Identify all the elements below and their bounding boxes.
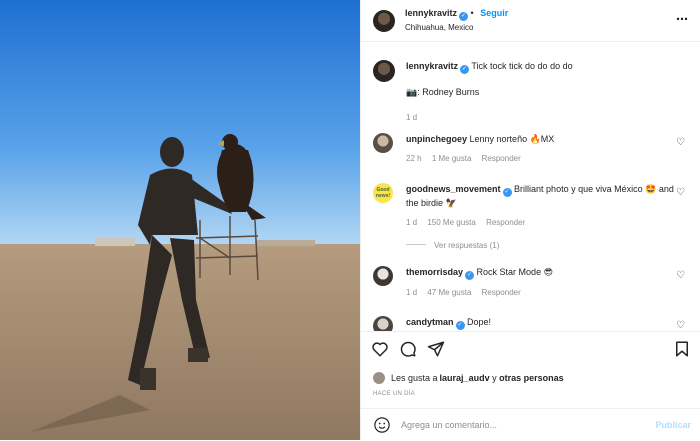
comment-time[interactable]: 1 d	[406, 218, 417, 227]
comment-likes[interactable]: 47 Me gusta	[427, 288, 471, 297]
emoji-icon[interactable]	[373, 416, 391, 434]
comment-like-heart-icon[interactable]: ♡	[676, 320, 685, 331]
more-options-icon[interactable]: ⋯	[676, 12, 689, 26]
verified-badge-icon: ✓	[460, 65, 470, 74]
post-timestamp[interactable]: HACE UN DÍA	[373, 391, 415, 397]
caption-text: Tick tock tick do do do do	[471, 61, 573, 71]
view-replies-button[interactable]: Ver respuestas (1)	[406, 241, 499, 250]
publish-button[interactable]: Publicar	[655, 420, 691, 430]
view-replies-label: Ver respuestas (1)	[434, 241, 500, 250]
commenter-avatar[interactable]	[373, 266, 393, 286]
comment-likes[interactable]: 150 Me gusta	[427, 218, 475, 227]
post-location[interactable]: Chihuahua, Mexico	[405, 21, 508, 34]
add-comment-bar: Publicar	[361, 408, 700, 441]
comment-username[interactable]: candytman	[406, 317, 454, 327]
likes-others-link[interactable]: otras personas	[499, 373, 564, 383]
commenter-avatar[interactable]: Good news!	[373, 183, 393, 203]
comment-icon[interactable]	[399, 340, 417, 358]
comment-text: Dope!	[467, 317, 492, 327]
caption-author-avatar[interactable]	[373, 60, 395, 82]
post-photo[interactable]	[0, 0, 360, 440]
post-details-panel: lennykravitz ✓ • Seguir Chihuahua, Mexico…	[360, 0, 700, 440]
author-username[interactable]: lennykravitz	[405, 8, 457, 18]
share-icon[interactable]	[427, 340, 445, 358]
verified-badge-icon: ✓	[465, 271, 475, 280]
comment-username[interactable]: themorrisday	[406, 267, 463, 277]
commenter-avatar[interactable]	[373, 316, 393, 331]
commenter-avatar[interactable]	[373, 133, 393, 153]
likes-summary: Les gusta a lauraj_audv y otras personas	[373, 372, 564, 384]
caption-username[interactable]: lennykravitz	[406, 61, 458, 71]
post-image	[0, 0, 360, 440]
likes-middle: y	[489, 373, 500, 383]
comment-like-heart-icon[interactable]: ♡	[676, 270, 685, 281]
header-separator: •	[470, 8, 474, 18]
action-icons	[371, 340, 691, 360]
comment-time[interactable]: 1 d	[406, 288, 417, 297]
comment-username[interactable]: goodnews_movement	[406, 184, 501, 194]
verified-badge-icon: ✓	[455, 321, 465, 330]
post-actions: Les gusta a lauraj_audv y otras personas…	[361, 331, 700, 440]
reply-button[interactable]: Responder	[482, 288, 521, 297]
comment-time[interactable]: 22 h	[406, 154, 422, 163]
follow-button[interactable]: Seguir	[480, 8, 508, 18]
comment-input[interactable]	[401, 420, 631, 430]
caption-time[interactable]: 1 d	[406, 113, 417, 122]
heart-icon[interactable]	[371, 340, 389, 358]
comment-text: Lenny norteño 🔥MX	[469, 134, 555, 144]
instagram-post: lennykravitz ✓ • Seguir Chihuahua, Mexico…	[0, 0, 700, 440]
reply-button[interactable]: Responder	[482, 154, 521, 163]
camera-icon: 📷	[406, 87, 418, 97]
liker-avatar[interactable]	[373, 372, 385, 384]
post-header: lennykravitz ✓ • Seguir Chihuahua, Mexico…	[361, 0, 700, 42]
comment-text: Rock Star Mode 😎	[476, 267, 553, 277]
verified-badge-icon: ✓	[459, 12, 469, 21]
author-avatar[interactable]	[373, 9, 395, 32]
replies-divider	[406, 244, 426, 245]
liker-username[interactable]: lauraj_audv	[440, 373, 490, 383]
verified-badge-icon: ✓	[502, 188, 512, 197]
bookmark-icon[interactable]	[673, 340, 691, 358]
likes-prefix: Les gusta a	[391, 373, 438, 383]
reply-button[interactable]: Responder	[486, 218, 525, 227]
comment-username[interactable]: unpinchegoey	[406, 134, 467, 144]
comment-like-heart-icon[interactable]: ♡	[676, 137, 685, 148]
comment-like-heart-icon[interactable]: ♡	[676, 187, 685, 198]
comment-likes[interactable]: 1 Me gusta	[432, 154, 472, 163]
photo-credit: : Rodney Burns	[417, 87, 480, 97]
author-info: lennykravitz ✓ • Seguir Chihuahua, Mexico	[405, 7, 508, 34]
comments-section[interactable]: lennykravitz ✓ Tick tock tick do do do do…	[361, 43, 700, 331]
